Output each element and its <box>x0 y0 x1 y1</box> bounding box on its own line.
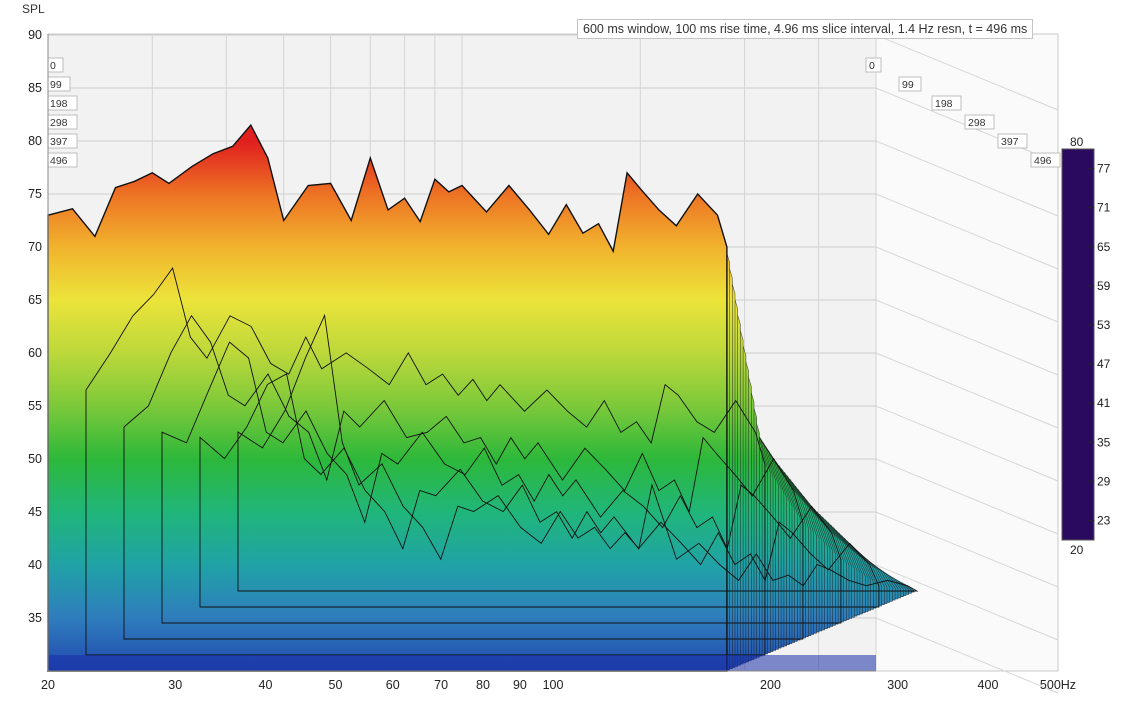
svg-text:496: 496 <box>1034 155 1052 167</box>
x-tick-label: 200 <box>760 678 781 692</box>
svg-text:298: 298 <box>50 117 68 129</box>
time-label-left: 198 <box>47 95 78 111</box>
x-tick-label: 30 <box>168 678 182 692</box>
y-tick-label: 85 <box>28 81 42 95</box>
time-label-right: 397 <box>997 133 1028 149</box>
svg-text:397: 397 <box>50 136 68 148</box>
x-tick-label: 500Hz <box>1040 678 1076 692</box>
y-tick-label: 40 <box>28 558 42 572</box>
svg-text:0: 0 <box>869 60 875 72</box>
colorbar-label: 23 <box>1097 513 1111 527</box>
x-tick-label: 100 <box>543 678 564 692</box>
colorbar-label: 71 <box>1097 201 1111 215</box>
y-tick-label: 55 <box>28 399 42 413</box>
svg-text:397: 397 <box>1001 136 1019 148</box>
colorbar-label: 41 <box>1097 396 1111 410</box>
colorbar-label: 20 <box>1070 543 1084 557</box>
y-tick-label: 90 <box>28 28 42 42</box>
svg-text:198: 198 <box>50 98 68 110</box>
x-tick-label: 90 <box>513 678 527 692</box>
time-label-left: 0 <box>47 57 64 73</box>
time-label-right: 298 <box>964 114 995 130</box>
colorbar-label: 29 <box>1097 474 1111 488</box>
colorbar-label: 77 <box>1097 162 1111 176</box>
time-label-left: 496 <box>47 152 78 168</box>
svg-text:298: 298 <box>968 117 986 129</box>
colorbar-label: 35 <box>1097 435 1111 449</box>
svg-text:99: 99 <box>50 79 62 91</box>
time-label-right: 198 <box>931 95 962 111</box>
x-tick-label: 60 <box>386 678 400 692</box>
x-tick-label: 80 <box>476 678 490 692</box>
x-tick-label: 50 <box>329 678 343 692</box>
svg-text:99: 99 <box>902 79 914 91</box>
y-tick-label: 35 <box>28 611 42 625</box>
colorbar-label: 59 <box>1097 279 1111 293</box>
info-caption: 600 ms window, 100 ms rise time, 4.96 ms… <box>577 19 1034 39</box>
colorbar-label: 65 <box>1097 240 1111 254</box>
time-label-right: 496 <box>1030 152 1061 168</box>
y-tick-label: 50 <box>28 452 42 466</box>
time-label-right: 0 <box>865 57 882 73</box>
waterfall-plot: 0 0 99 99 198 198 298 298 397 397 496 496 35 40 45 50 55… <box>22 2 1111 694</box>
time-label-left: 99 <box>47 76 71 92</box>
y-tick-label: 45 <box>28 505 42 519</box>
time-label-left: 298 <box>47 114 78 130</box>
y-axis-label: SPL <box>22 2 45 16</box>
svg-text:496: 496 <box>50 155 68 167</box>
svg-text:0: 0 <box>50 60 56 72</box>
colorbar-label: 80 <box>1070 135 1084 149</box>
x-tick-label: 20 <box>41 678 55 692</box>
x-tick-label: 70 <box>434 678 448 692</box>
x-tick-label: 40 <box>259 678 273 692</box>
colorbar-label: 53 <box>1097 318 1111 332</box>
y-tick-label: 70 <box>28 240 42 254</box>
y-tick-label: 80 <box>28 134 42 148</box>
time-label-left: 397 <box>47 133 78 149</box>
y-tick-label: 60 <box>28 346 42 360</box>
waterfall-chart: 0 0 99 99 198 198 298 298 397 397 496 496 35 40 45 50 55… <box>0 0 1124 696</box>
floor-band <box>48 655 876 671</box>
y-tick-label: 65 <box>28 293 42 307</box>
svg-text:198: 198 <box>935 98 953 110</box>
time-label-right: 99 <box>898 76 922 92</box>
x-tick-label: 400 <box>978 678 999 692</box>
y-tick-label: 75 <box>28 187 42 201</box>
colorbar-label: 47 <box>1097 357 1111 371</box>
x-tick-label: 300 <box>887 678 908 692</box>
